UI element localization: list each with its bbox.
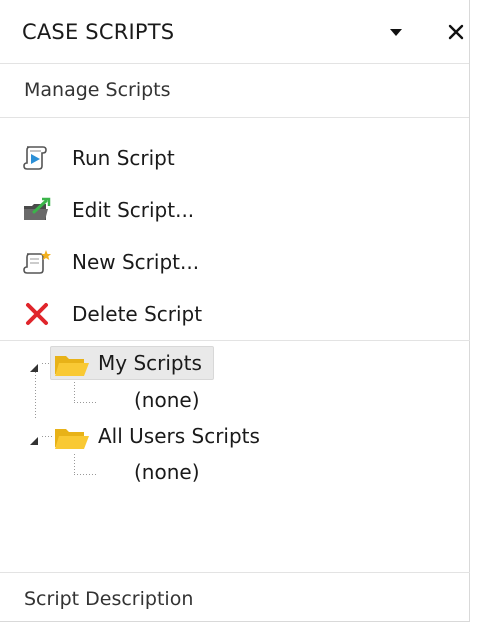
manage-scripts-label: Manage Scripts [24, 79, 171, 101]
new-script-label: New Script... [72, 250, 200, 274]
edit-script-button[interactable]: Edit Script... [0, 186, 470, 232]
edit-script-label: Edit Script... [72, 198, 195, 222]
scripts-tree: My Scripts (none) All Users Scripts (non… [0, 346, 470, 572]
section-divider [0, 340, 470, 341]
delete-script-button[interactable]: Delete Script [0, 290, 470, 336]
folder-open-icon [54, 352, 90, 383]
delete-icon [22, 300, 52, 328]
tree-node-label: (none) [134, 388, 200, 412]
edit-script-icon [22, 196, 52, 224]
panel-header: CASE SCRIPTS [0, 0, 469, 64]
folder-open-icon [54, 425, 90, 456]
tree-node-label: My Scripts [98, 351, 202, 375]
delete-script-label: Delete Script [72, 302, 203, 326]
run-script-label: Run Script [72, 146, 175, 170]
run-script-icon [22, 144, 52, 172]
collapse-arrow-icon[interactable] [29, 431, 39, 450]
panel-title: CASE SCRIPTS [22, 20, 175, 44]
case-scripts-panel: CASE SCRIPTS Manage Scripts Run Script E… [0, 0, 470, 622]
triangle-down-icon[interactable] [386, 22, 406, 42]
tree-node-label: (none) [134, 460, 200, 484]
run-script-button[interactable]: Run Script [0, 134, 470, 180]
script-description-label: Script Description [24, 588, 194, 610]
new-script-icon [22, 248, 52, 276]
tree-node-label: All Users Scripts [98, 424, 260, 448]
manage-scripts-header: Manage Scripts [0, 64, 469, 118]
collapse-arrow-icon[interactable] [29, 358, 39, 377]
script-description-section: Script Description [0, 572, 470, 622]
close-icon[interactable] [446, 22, 466, 42]
new-script-button[interactable]: New Script... [0, 238, 470, 284]
